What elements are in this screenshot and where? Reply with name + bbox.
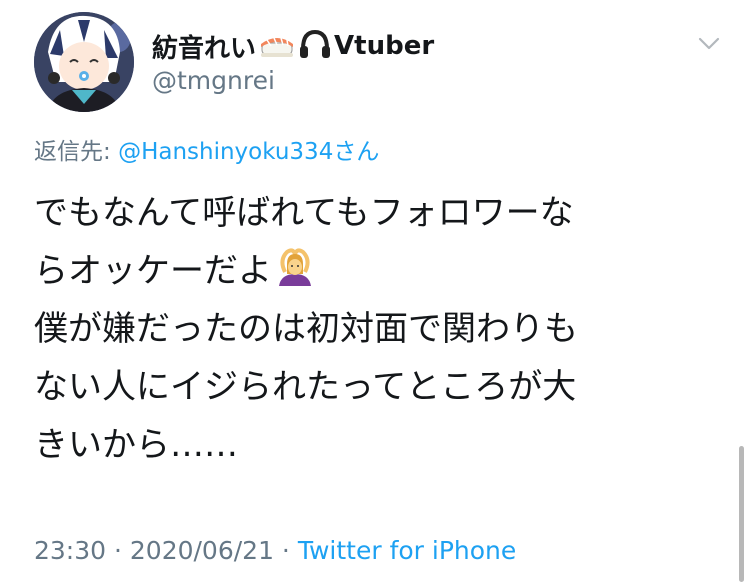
scrollbar[interactable] — [739, 446, 744, 582]
sushi-emoji — [259, 29, 295, 63]
reply-mention-link[interactable]: @Hanshinyoku334 — [118, 139, 333, 165]
avatar-image — [34, 12, 134, 112]
tweet-meta: 23:30 · 2020/06/21 · Twitter for iPhone — [34, 536, 516, 565]
tweet-text-line: ない人にイジられたってところが大 — [34, 367, 577, 407]
tweet-text-line: 僕が嫌だったのは初対面で関わりも — [34, 309, 578, 349]
name-row: 紡音れい Vtuber — [152, 27, 434, 65]
reply-to-line: 返信先: @Hanshinyoku334さん — [34, 132, 379, 166]
meta-separator: · — [273, 536, 298, 565]
avatar[interactable] — [34, 12, 134, 112]
tweet-text-line: らオッケーだよ — [34, 242, 734, 300]
chevron-down-icon[interactable] — [696, 30, 722, 56]
meta-separator: · — [106, 536, 130, 565]
tweet-time[interactable]: 23:30 — [34, 536, 106, 565]
tweet-source-link[interactable]: Twitter for iPhone — [298, 536, 516, 565]
person-gesturing-ok-emoji — [275, 244, 315, 302]
tweet-text-line: でもなんて呼ばれてもフォロワーな — [34, 193, 574, 233]
reply-suffix[interactable]: さん — [333, 139, 379, 165]
name-suffix[interactable]: Vtuber — [334, 31, 434, 61]
headphone-emoji — [298, 29, 332, 63]
tweet-date[interactable]: 2020/06/21 — [130, 536, 274, 565]
tweet-text-line: きいから…… — [34, 425, 238, 465]
user-handle[interactable]: @tmgnrei — [152, 66, 275, 95]
reply-prefix: 返信先: — [34, 139, 119, 165]
display-name[interactable]: 紡音れい — [152, 28, 256, 65]
tweet-text-segment: らオッケーだよ — [34, 251, 272, 291]
tweet-text: でもなんて呼ばれてもフォロワーな らオッケーだよ 僕が嫌だったのは初対面で関わり… — [34, 184, 734, 474]
